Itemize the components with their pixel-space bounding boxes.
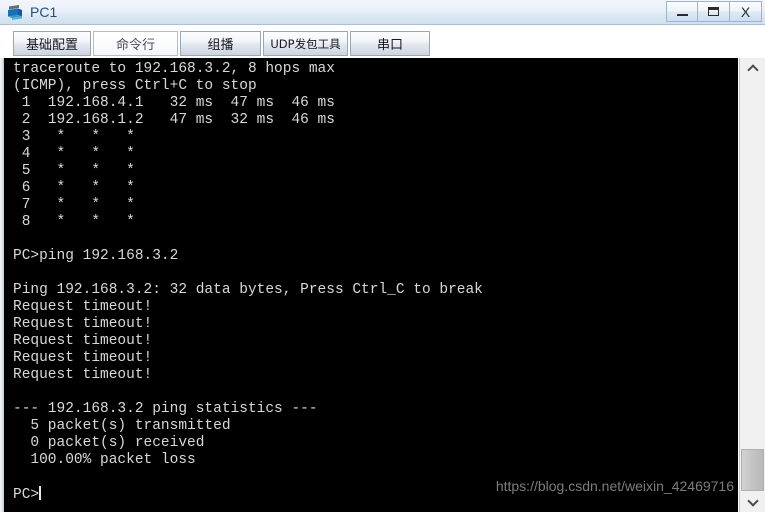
- terminal-frame: traceroute to 192.168.3.2, 8 hops max (I…: [0, 58, 765, 512]
- terminal-prompt-line: PC>: [13, 486, 41, 504]
- maximize-button[interactable]: [698, 1, 730, 22]
- tab-multicast[interactable]: 组播: [180, 31, 261, 56]
- tab-serial-port[interactable]: 串口: [350, 31, 430, 56]
- tab-command-line[interactable]: 命令行: [93, 31, 178, 56]
- minimize-button[interactable]: [666, 1, 698, 22]
- terminal-console[interactable]: traceroute to 192.168.3.2, 8 hops max (I…: [4, 58, 738, 512]
- chevron-down-icon: [748, 497, 757, 506]
- scrollbar-track[interactable]: [740, 79, 765, 491]
- titlebar-left-group: PC1: [6, 2, 57, 23]
- emulator-window: PC1 X 基础配置 命令行 组播 UDP发包工具 串口 traceroute …: [0, 0, 765, 512]
- maximize-icon: [708, 7, 719, 16]
- terminal-scrollbar[interactable]: [739, 58, 765, 512]
- window-titlebar: PC1 X: [0, 0, 765, 25]
- close-icon: X: [740, 3, 751, 20]
- pc-device-icon: [6, 4, 24, 21]
- tab-udp-tool[interactable]: UDP发包工具: [263, 31, 348, 56]
- chevron-up-icon: [748, 64, 757, 73]
- tab-bar: 基础配置 命令行 组播 UDP发包工具 串口: [0, 25, 765, 58]
- watermark-text: https://blog.csdn.net/weixin_42469716: [495, 478, 734, 494]
- window-controls: X: [666, 1, 762, 23]
- window-title: PC1: [30, 4, 58, 20]
- text-cursor: [39, 486, 41, 500]
- tab-label: 组播: [207, 38, 234, 53]
- prompt-text: PC>: [13, 487, 40, 503]
- terminal-output: traceroute to 192.168.3.2, 8 hops max (I…: [13, 61, 483, 468]
- tab-label: 命令行: [115, 38, 155, 53]
- tab-label: 串口: [376, 38, 403, 53]
- scroll-up-button[interactable]: [740, 58, 765, 79]
- tab-label: UDP发包工具: [270, 36, 341, 51]
- tab-basic-config[interactable]: 基础配置: [13, 31, 91, 56]
- close-button[interactable]: X: [730, 1, 762, 22]
- scrollbar-thumb[interactable]: [741, 449, 764, 491]
- tab-label: 基础配置: [25, 38, 78, 53]
- minimize-icon: [676, 14, 688, 16]
- scroll-down-button[interactable]: [740, 491, 765, 512]
